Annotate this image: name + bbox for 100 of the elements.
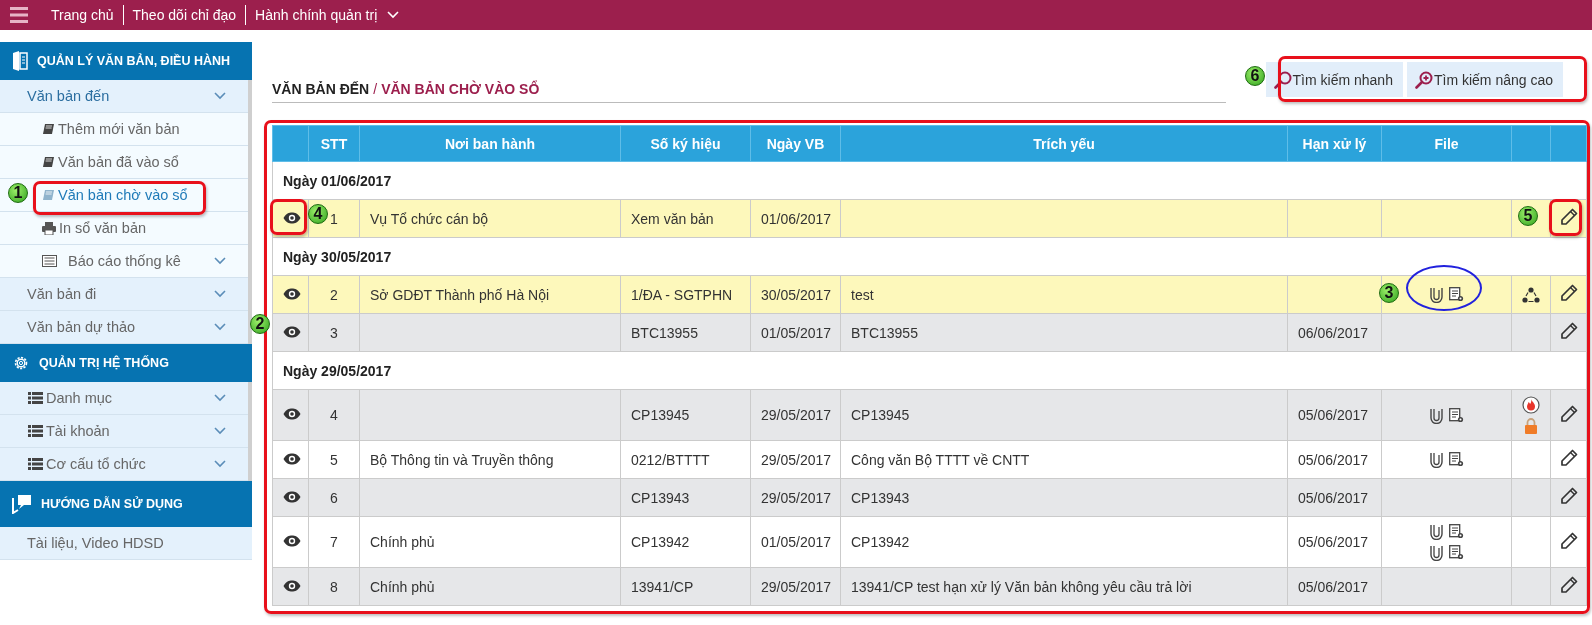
table-cell: 30/05/2017 xyxy=(750,275,841,314)
nav-link[interactable]: Hành chính quản trị xyxy=(245,5,409,25)
column-header: Số ký hiệu xyxy=(620,125,751,162)
sidebar-item[interactable]: Thêm mới văn bản xyxy=(0,113,248,146)
zoom-in-icon xyxy=(1414,70,1433,89)
breadcrumb-link[interactable]: VĂN BẢN ĐẾN xyxy=(272,81,370,97)
edit-icon[interactable] xyxy=(1559,322,1578,340)
table-cell: 13941/CP xyxy=(620,567,751,606)
view-icon[interactable] xyxy=(283,287,301,300)
table-cell: 06/06/2017 xyxy=(1287,313,1382,352)
column-header xyxy=(1511,125,1551,162)
sidebar-item[interactable]: Tài khoản xyxy=(0,415,248,448)
table-cell: 3 xyxy=(308,313,360,352)
table-cell: CP13945 xyxy=(620,389,751,441)
section-title: QUẢN LÝ VĂN BẢN, ĐIỀU HÀNH xyxy=(37,54,231,68)
table-cell: Công văn Bộ TTTT về CNTT xyxy=(840,440,1288,479)
sidebar-item[interactable]: In sổ văn bản xyxy=(0,212,248,245)
document-view-icon[interactable] xyxy=(1448,524,1464,539)
table-cell: 5 xyxy=(308,440,360,479)
table-cell: CP13943 xyxy=(620,478,751,517)
sidebar-item[interactable]: Tài liệu, Video HDSD xyxy=(0,527,252,560)
edit-icon[interactable] xyxy=(1559,208,1578,226)
table-cell: Chính phủ xyxy=(359,516,621,568)
view-icon[interactable] xyxy=(283,452,301,465)
table-cell: BTC13955 xyxy=(840,313,1288,352)
table-row[interactable]: 8 Chính phủ 13941/CP 29/05/2017 13941/CP test hạn xử lý Văn bản không yêu cầu trả lời 05/06/2017 xyxy=(272,567,1587,606)
sidebar-item[interactable]: Văn bản đã vào sổ xyxy=(0,146,248,179)
table-cell: 8 xyxy=(308,567,360,606)
menu-icon[interactable] xyxy=(10,7,28,23)
table-cell: Vụ Tổ chức cán bộ xyxy=(359,199,621,238)
table-row[interactable]: 6 CP13943 29/05/2017 CP13943 05/06/2017 xyxy=(272,478,1587,517)
view-icon[interactable] xyxy=(283,211,301,224)
settings-icon xyxy=(12,354,30,372)
edit-icon[interactable] xyxy=(1559,576,1578,594)
table-cell: 01/06/2017 xyxy=(750,199,841,238)
sidebar-item[interactable]: Cơ cấu tổ chức xyxy=(0,448,248,481)
table-cell: 13941/CP test hạn xử lý Văn bản không yêu cầu trả lời xyxy=(840,567,1288,606)
edit-icon[interactable] xyxy=(1559,404,1578,423)
table-cell: 7 xyxy=(308,516,360,568)
section-title: HƯỚNG DẪN SỬ DỤNG xyxy=(41,497,183,511)
edit-icon[interactable] xyxy=(1559,487,1578,505)
table-cell: CP13942 xyxy=(840,516,1288,568)
view-icon[interactable] xyxy=(283,408,301,420)
lock-icon xyxy=(1524,418,1538,434)
column-header: Ngày VB xyxy=(750,125,841,162)
view-icon[interactable] xyxy=(283,579,301,592)
table-cell: CP13945 xyxy=(840,389,1288,441)
edit-icon[interactable] xyxy=(1559,449,1578,467)
sidebar-item[interactable]: Báo cáo thống kê xyxy=(0,245,248,278)
table-cell: CP13943 xyxy=(840,478,1288,517)
table-row[interactable]: 3 BTC13955 01/05/2017 BTC13955 06/06/2017 xyxy=(272,313,1587,352)
attachment-icon[interactable] xyxy=(1429,451,1443,468)
sidebar-item[interactable]: Văn bản dự thảo xyxy=(0,311,248,344)
table-cell: 05/06/2017 xyxy=(1287,516,1382,568)
quick-search-button[interactable]: Tìm kiếm nhanh xyxy=(1265,62,1403,97)
table-cell: 05/06/2017 xyxy=(1287,440,1382,479)
nav-link[interactable]: Trang chủ xyxy=(51,5,123,25)
fire-icon xyxy=(1522,396,1540,414)
column-header: STT xyxy=(308,125,360,162)
view-icon[interactable] xyxy=(283,535,301,547)
document-view-icon[interactable] xyxy=(1448,287,1464,302)
table-cell: Sở GDĐT Thành phố Hà Nội xyxy=(359,275,621,314)
table-cell: Chính phủ xyxy=(359,567,621,606)
table-cell: 2 xyxy=(308,275,360,314)
advanced-search-button[interactable]: Tìm kiếm nâng cao xyxy=(1406,62,1563,97)
section-title: QUẢN TRỊ HỆ THỐNG xyxy=(39,356,169,370)
printer-icon xyxy=(42,221,56,235)
attachment-icon[interactable] xyxy=(1429,544,1443,561)
view-icon[interactable] xyxy=(283,490,301,503)
edit-icon[interactable] xyxy=(1559,531,1578,550)
step-number: 6 xyxy=(1245,66,1265,86)
breadcrumb-separator: / xyxy=(373,81,378,97)
table-row[interactable]: 5 Bộ Thông tin và Truyền thông 0212/BTTTT 29/05/2017 Công văn Bộ TTTT về CNTT 05/06/2017 xyxy=(272,440,1587,479)
list-icon xyxy=(42,255,57,267)
sidebar-item[interactable]: Văn bản đến xyxy=(0,80,248,113)
chat-board-icon xyxy=(12,494,32,514)
document-view-icon[interactable] xyxy=(1448,545,1464,560)
attachment-icon[interactable] xyxy=(1429,286,1443,303)
document-view-icon[interactable] xyxy=(1448,407,1464,423)
nav-link[interactable]: Theo dõi chỉ đạo xyxy=(122,5,246,25)
network-icon xyxy=(1522,286,1540,303)
table-cell: 01/05/2017 xyxy=(750,516,841,568)
edit-icon[interactable] xyxy=(1559,284,1578,302)
column-header: Hạn xử lý xyxy=(1287,125,1382,162)
attachment-icon[interactable] xyxy=(1429,406,1443,424)
sidebar-item[interactable]: Văn bản đi xyxy=(0,278,248,311)
sidebar-item[interactable]: Danh mục xyxy=(0,382,248,415)
step-number: 2 xyxy=(250,314,270,334)
attachment-icon[interactable] xyxy=(1429,523,1443,540)
table-cell: BTC13955 xyxy=(620,313,751,352)
page-title: VĂN BẢN CHỜ VÀO SỔ xyxy=(381,81,540,97)
document-view-icon[interactable] xyxy=(1448,452,1464,467)
table-cell: 29/05/2017 xyxy=(750,389,841,441)
view-icon[interactable] xyxy=(283,325,301,338)
table-cell: 29/05/2017 xyxy=(750,567,841,606)
table-row[interactable]: 7 Chính phủ CP13942 01/05/2017 CP13942 05/06/2017 xyxy=(272,516,1587,568)
list-icon xyxy=(28,425,43,437)
column-header: Trích yếu xyxy=(840,125,1288,162)
table-row[interactable]: 4 CP13945 29/05/2017 CP13945 05/06/2017 xyxy=(272,389,1587,441)
book-icon xyxy=(42,122,55,136)
